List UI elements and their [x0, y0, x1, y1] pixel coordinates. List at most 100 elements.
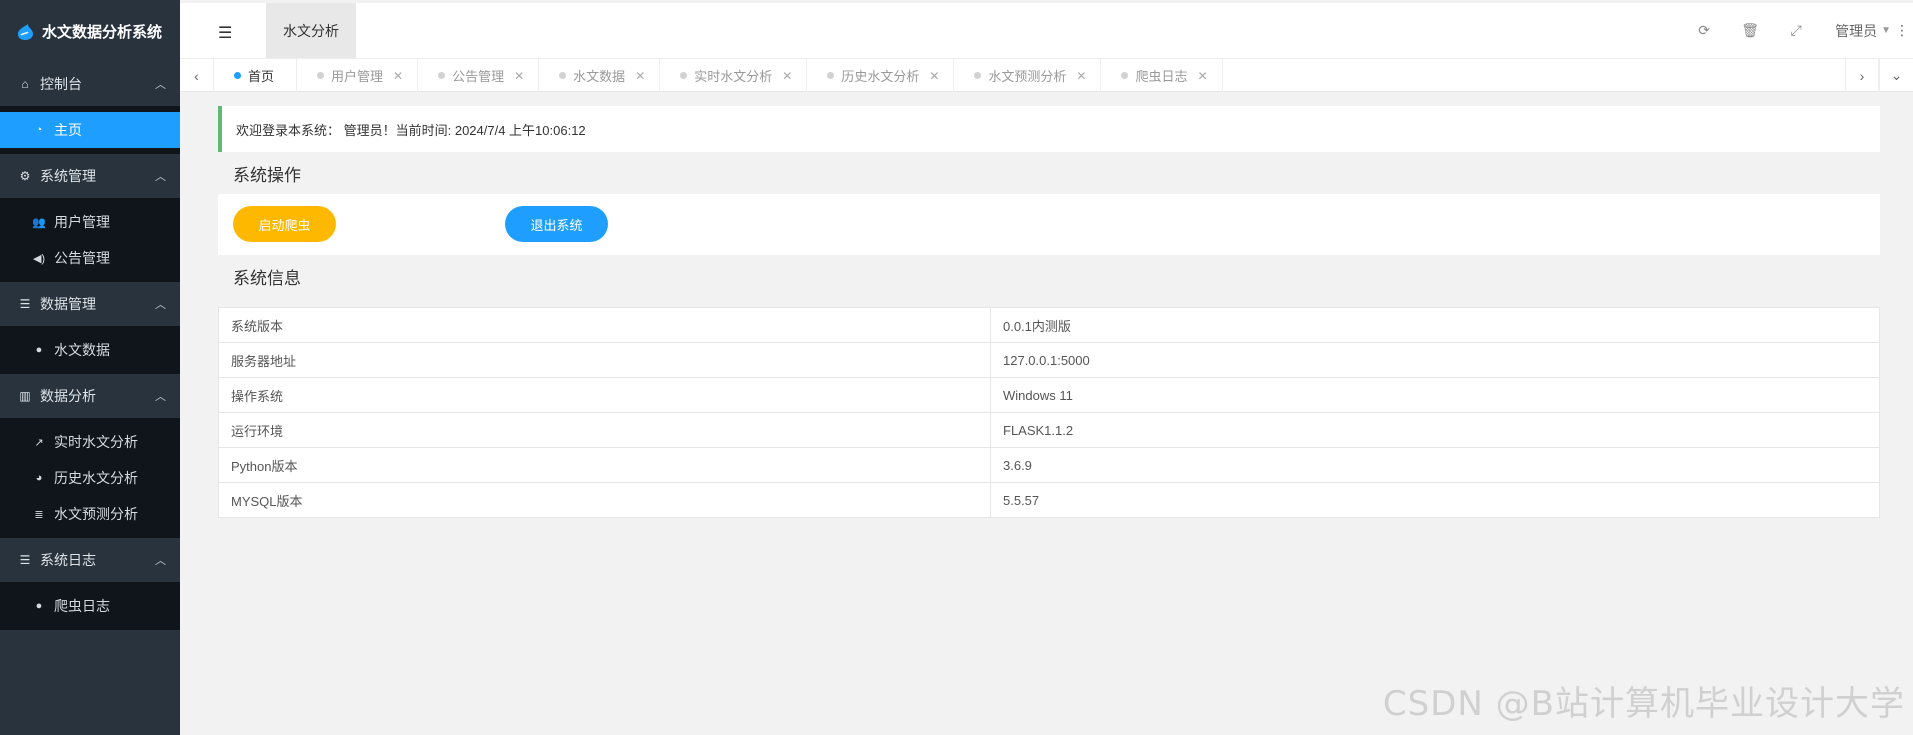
menu-group-head-system[interactable]: ⚙ 系统管理 ︿ — [0, 154, 180, 198]
chevron-up-icon: ︿ — [155, 391, 166, 403]
menu-toggle-icon[interactable]: ☰ — [218, 23, 232, 43]
watermark: CSDN @B站计算机毕业设计大学 — [1382, 684, 1905, 724]
info-section-title: 系统信息 — [218, 255, 1880, 297]
tab-history-analysis[interactable]: 历史水文分析 ✕ — [807, 59, 955, 92]
sidebar-item-label: 实时水文分析 — [54, 434, 138, 450]
fullscreen-icon[interactable]: ⤢ — [1773, 22, 1819, 39]
menu-group-head-analysis[interactable]: ▥ 数据分析 ︿ — [0, 374, 180, 418]
trash-icon[interactable]: 🗑 — [1727, 22, 1773, 39]
menu-group-label: 数据管理 — [40, 296, 96, 312]
tab-realtime-analysis[interactable]: 实时水文分析 ✕ — [660, 59, 808, 92]
user-menu[interactable]: 管理员 ▼ — [1835, 21, 1891, 41]
sidebar-item-realtime-analysis[interactable]: ↗ 实时水文分析 — [0, 424, 180, 460]
chevron-down-icon[interactable]: ⌄ — [1879, 59, 1913, 92]
refresh-icon[interactable]: ⟳ — [1681, 22, 1727, 39]
pie-chart-icon: ◕ — [35, 472, 43, 484]
menu-group-label: 数据分析 — [40, 388, 96, 404]
tab-hydro-data[interactable]: 水文数据 ✕ — [539, 59, 661, 92]
sidebar-item-history-analysis[interactable]: ◕ 历史水文分析 — [0, 460, 180, 496]
info-key: MYSQL版本 — [218, 482, 991, 518]
tab-label: 历史水文分析 — [841, 69, 920, 84]
sidebar-item-label: 历史水文分析 — [54, 470, 138, 486]
more-vertical-icon[interactable]: ⋮ — [1891, 22, 1913, 39]
list-icon: ☰ — [19, 553, 31, 567]
tab-dot — [559, 72, 567, 79]
chevron-right-icon[interactable]: › — [1845, 59, 1879, 92]
sidebar-item-label: 水文数据 — [54, 342, 110, 358]
water-drop-icon — [18, 24, 33, 40]
info-value: Windows 11 — [990, 377, 1880, 413]
user-name: 管理员 — [1835, 22, 1878, 39]
list-icon: ☰ — [19, 297, 31, 311]
tab-forecast-analysis[interactable]: 水文预测分析 ✕ — [954, 59, 1102, 92]
system-info-table: 系统版本 0.0.1内测版 服务器地址 127.0.0.1:5000 操作系统 … — [218, 307, 1880, 518]
chevron-left-icon[interactable]: ‹ — [180, 59, 214, 92]
caret-down-icon: ▼ — [1881, 25, 1891, 36]
sidebar-item-label: 主页 — [54, 122, 82, 138]
info-value: 127.0.0.1:5000 — [990, 342, 1880, 378]
info-key: 运行环境 — [218, 412, 991, 448]
menu-group-system: ⚙ 系统管理 ︿ 👥 用户管理 ◀) 公告管理 — [0, 154, 180, 282]
sidebar-item-hydro-data[interactable]: ● 水文数据 — [0, 332, 180, 368]
module-tab[interactable]: 水文分析 — [266, 3, 356, 58]
menu-group-head-logs[interactable]: ☰ 系统日志 ︿ — [0, 538, 180, 582]
top-header: ☰ 水文分析 ⟳ 🗑 ⤢ 管理员 ▼ ⋮ — [180, 0, 1913, 58]
tab-crawler-log[interactable]: 爬虫日志 ✕ — [1101, 59, 1223, 92]
chevron-up-icon: ︿ — [155, 79, 166, 91]
line-chart-icon: ↗ — [34, 436, 44, 449]
bar-chart-icon: ▥ — [19, 389, 31, 403]
close-icon[interactable]: ✕ — [1198, 69, 1208, 83]
sidebar-item-notices[interactable]: ◀) 公告管理 — [0, 240, 180, 276]
tab-notices[interactable]: 公告管理 ✕ — [418, 59, 540, 92]
submenu: ◔ 主页 — [0, 106, 180, 154]
info-value: FLASK1.1.2 — [990, 412, 1880, 448]
page-tabs-bar: ‹ 首页 用户管理 ✕ 公告管理 ✕ 水文数据 ✕ 实时水文分析 ✕ 历史水文分 — [180, 58, 1913, 92]
sidebar-item-label: 爬虫日志 — [54, 598, 110, 614]
header-actions: ⟳ 🗑 ⤢ 管理员 ▼ ⋮ — [1681, 3, 1913, 58]
tab-users[interactable]: 用户管理 ✕ — [297, 59, 419, 92]
sidebar-item-home[interactable]: ◔ 主页 — [0, 112, 180, 148]
chevron-up-icon: ︿ — [155, 299, 166, 311]
close-icon[interactable]: ✕ — [514, 69, 524, 83]
sidebar-item-label: 水文预测分析 — [54, 506, 138, 522]
table-row: 服务器地址 127.0.0.1:5000 — [218, 342, 1880, 378]
chevron-up-icon: ︿ — [155, 171, 166, 183]
globe-icon: ● — [35, 344, 43, 356]
app-logo[interactable]: 水文数据分析系统 — [0, 0, 180, 62]
close-icon[interactable]: ✕ — [393, 69, 403, 83]
tab-label: 爬虫日志 — [1135, 69, 1188, 84]
tab-dot — [234, 72, 241, 79]
submenu: ● 水文数据 — [0, 326, 180, 374]
start-crawler-button[interactable]: 启动爬虫 — [233, 206, 336, 242]
sidebar-item-users[interactable]: 👥 用户管理 — [0, 204, 180, 240]
tab-label: 实时水文分析 — [694, 69, 773, 84]
info-key: Python版本 — [218, 447, 991, 483]
menu-group-head-data[interactable]: ☰ 数据管理 ︿ — [0, 282, 180, 326]
menu-group-label: 系统管理 — [40, 168, 96, 184]
close-icon[interactable]: ✕ — [635, 69, 645, 83]
table-row: MYSQL版本 5.5.57 — [218, 482, 1880, 518]
sidebar-item-forecast-analysis[interactable]: ≣ 水文预测分析 — [0, 496, 180, 532]
close-icon[interactable]: ✕ — [782, 69, 792, 83]
sidebar-item-crawler-log[interactable]: ● 爬虫日志 — [0, 588, 180, 624]
tab-label: 水文数据 — [573, 69, 626, 84]
main-content: 欢迎登录本系统： 管理员！当前时间: 2024/7/4 上午10:06:12 系… — [218, 106, 1880, 518]
tab-home[interactable]: 首页 — [214, 59, 298, 92]
submenu: ↗ 实时水文分析 ◕ 历史水文分析 ≣ 水文预测分析 — [0, 418, 180, 538]
tab-label: 用户管理 — [331, 69, 384, 84]
exit-system-button[interactable]: 退出系统 — [505, 206, 608, 242]
menu-group-head-console[interactable]: ⌂ 控制台 ︿ — [0, 62, 180, 106]
info-value: 0.0.1内测版 — [990, 307, 1880, 343]
close-icon[interactable]: ✕ — [929, 69, 939, 83]
submenu: ● 爬虫日志 — [0, 582, 180, 630]
tab-label: 水文预测分析 — [988, 69, 1067, 84]
table-row: Python版本 3.6.9 — [218, 447, 1880, 483]
tab-dot — [827, 72, 835, 79]
dashboard-icon: ◔ — [35, 124, 43, 136]
tab-label: 首页 — [248, 69, 275, 84]
info-key: 操作系统 — [218, 377, 991, 413]
menu-group-label: 系统日志 — [40, 552, 96, 568]
close-icon[interactable]: ✕ — [1076, 69, 1086, 83]
tab-dot — [680, 72, 688, 79]
tab-dot — [317, 72, 325, 79]
